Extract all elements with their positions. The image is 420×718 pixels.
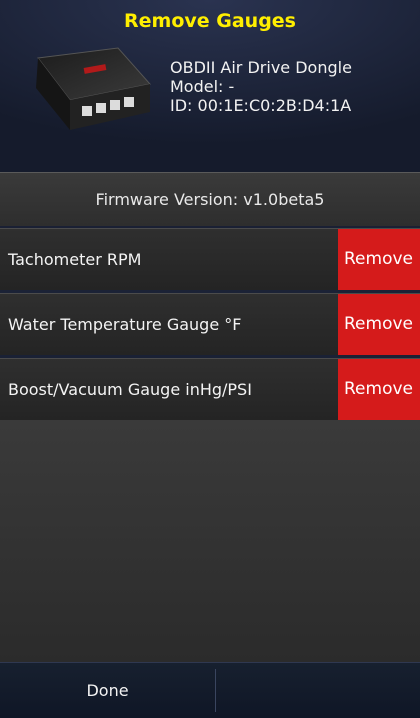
gauge-label: Tachometer RPM: [8, 250, 142, 269]
empty-list-area: [0, 420, 420, 662]
remove-button[interactable]: Remove: [338, 229, 420, 290]
remove-button[interactable]: Remove: [338, 359, 420, 420]
gauge-label: Water Temperature Gauge °F: [8, 315, 242, 334]
page-title: Remove Gauges: [124, 10, 296, 32]
device-info: OBDII Air Drive Dongle Model: - ID: 00:1…: [170, 58, 352, 115]
done-button[interactable]: Done: [0, 663, 215, 718]
device-name: OBDII Air Drive Dongle: [170, 58, 352, 77]
gauge-label: Boost/Vacuum Gauge inHg/PSI: [8, 380, 252, 399]
gauge-row-water-temperature: Water Temperature Gauge °F Remove: [0, 293, 420, 355]
device-model: Model: -: [170, 77, 235, 96]
firmware-version: Firmware Version: v1.0beta5: [0, 172, 420, 226]
device-image: [36, 47, 151, 130]
gauge-row-tachometer: Tachometer RPM Remove: [0, 228, 420, 290]
bottom-toolbar: Done: [0, 662, 420, 718]
remove-button[interactable]: Remove: [338, 294, 420, 355]
gauge-list: Tachometer RPM Remove Water Temperature …: [0, 225, 420, 420]
device-id: ID: 00:1E:C0:2B:D4:1A: [170, 96, 352, 115]
header: Remove Gauges OBDII Air Drive Dongle Mod…: [0, 0, 420, 172]
gauge-row-boost-vacuum: Boost/Vacuum Gauge inHg/PSI Remove: [0, 358, 420, 420]
toolbar-divider: [215, 669, 216, 712]
